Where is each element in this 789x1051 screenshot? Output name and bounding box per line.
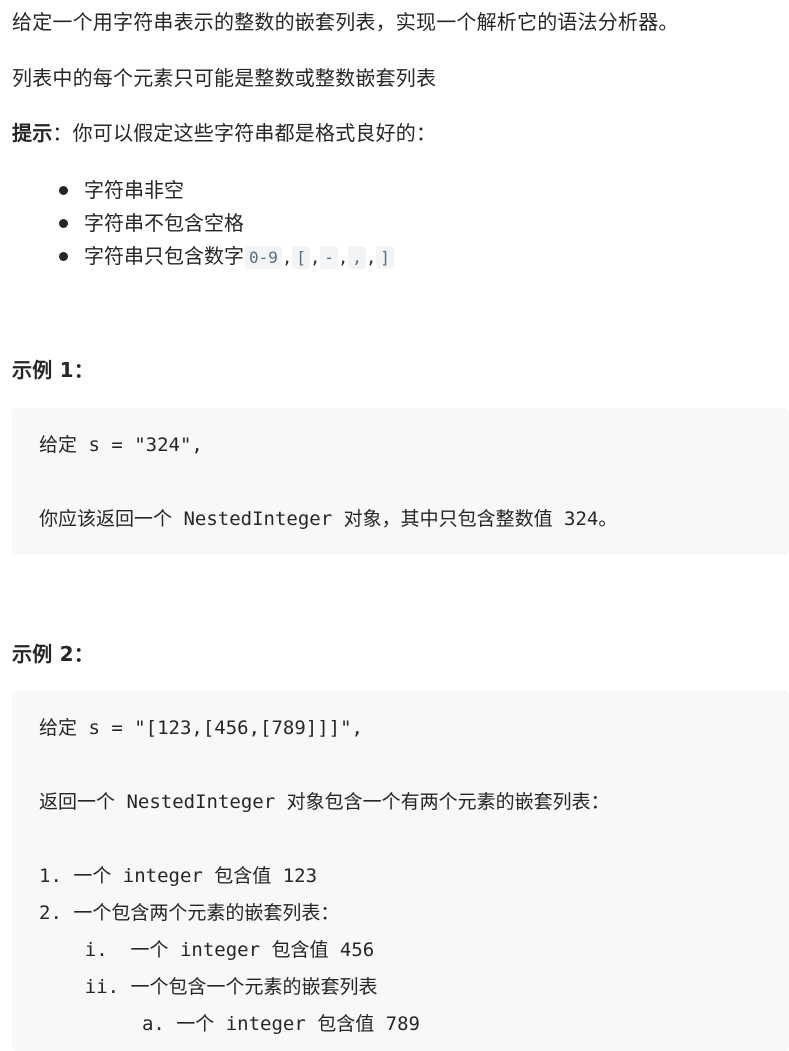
list-item-text: 字符串非空 <box>84 178 184 202</box>
list-item: 字符串只包含数字 0-9,[, -,,,] <box>12 240 395 273</box>
list-item-text: 字符串不包含空格 <box>84 211 244 235</box>
inline-code: 0-9 <box>245 246 282 269</box>
code-line: 你应该返回一个 NestedInteger 对象，其中只包含整数值 324。 <box>39 508 618 530</box>
heading-colon: ： <box>73 358 94 382</box>
code-line: a. 一个 integer 包含值 789 <box>39 1013 420 1035</box>
example-1-heading: 示例 1： <box>12 356 94 384</box>
code-line: 2. 一个包含两个元素的嵌套列表： <box>39 902 340 924</box>
inline-code: - <box>320 246 338 269</box>
intro-line-2: 列表中的每个元素只可能是整数或整数嵌套列表 <box>12 66 437 90</box>
intro-line-1: 给定一个用字符串表示的整数的嵌套列表，实现一个解析它的语法分析器。 <box>12 10 679 34</box>
hint-paragraph: 提示：你可以假定这些字符串都是格式良好的： <box>12 119 436 147</box>
code-line: 1. 一个 integer 包含值 123 <box>39 865 318 887</box>
code-line: 给定 s = "324", <box>39 434 203 456</box>
heading-colon: ： <box>73 642 94 666</box>
inline-code: , <box>348 246 366 269</box>
separator: , <box>311 244 319 268</box>
code-line: i. 一个 integer 包含值 456 <box>39 939 375 961</box>
hint-label: 提示 <box>12 121 53 145</box>
example-1-codeblock: 给定 s = "324", 你应该返回一个 NestedInteger 对象，其… <box>12 408 789 555</box>
separator: , <box>283 244 291 268</box>
separator: , <box>339 244 347 268</box>
code-line: ii. 一个包含一个元素的嵌套列表 <box>39 976 378 998</box>
bullet-icon <box>59 186 68 195</box>
inline-code: ] <box>376 246 394 269</box>
code-line: 给定 s = "[123,[456,[789]]]", <box>39 717 363 739</box>
code-line: 返回一个 NestedInteger 对象包含一个有两个元素的嵌套列表： <box>39 791 610 813</box>
example-1-title: 示例 1 <box>12 358 74 382</box>
list-item-text: 字符串只包含数字 <box>84 244 244 268</box>
inline-code: [ <box>292 246 310 269</box>
example-2-codeblock: 给定 s = "[123,[456,[789]]]", 返回一个 NestedI… <box>12 691 789 1051</box>
list-item: 字符串非空 <box>12 174 395 207</box>
constraints-list: 字符串非空 字符串不包含空格 字符串只包含数字 0-9,[, -,,,] <box>12 174 395 273</box>
separator: , <box>367 244 375 268</box>
list-item: 字符串不包含空格 <box>12 207 395 240</box>
bullet-icon <box>59 219 68 228</box>
bullet-icon <box>59 252 68 261</box>
hint-text: ：你可以假定这些字符串都是格式良好的： <box>52 121 437 145</box>
example-2-title: 示例 2 <box>12 642 74 666</box>
example-2-heading: 示例 2： <box>12 640 94 668</box>
